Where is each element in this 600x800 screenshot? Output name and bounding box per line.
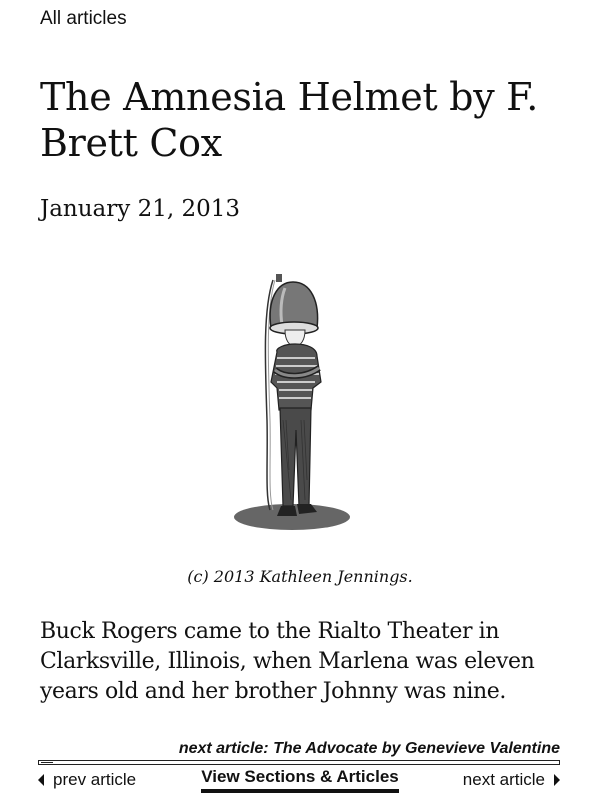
reading-progress-bar xyxy=(38,760,560,765)
article-date: January 21, 2013 xyxy=(40,196,240,222)
progress-indicator xyxy=(41,762,53,763)
view-sections-button[interactable]: View Sections & Articles xyxy=(201,767,399,793)
article-illustration xyxy=(234,274,350,530)
next-article-label: next article xyxy=(462,770,545,789)
triangle-right-icon xyxy=(554,773,560,786)
article-title: The Amnesia Helmet by F. Brett Cox xyxy=(40,75,539,165)
image-caption: (c) 2013 Kathleen Jennings. xyxy=(187,567,413,586)
next-article-button[interactable]: next article xyxy=(463,770,560,790)
all-articles-link[interactable]: All articles xyxy=(40,8,127,30)
article-body: Buck Rogers came to the Rialto Theater i… xyxy=(40,619,535,704)
next-article-title-link[interactable]: next article: The Advocate by Genevieve … xyxy=(179,740,560,758)
